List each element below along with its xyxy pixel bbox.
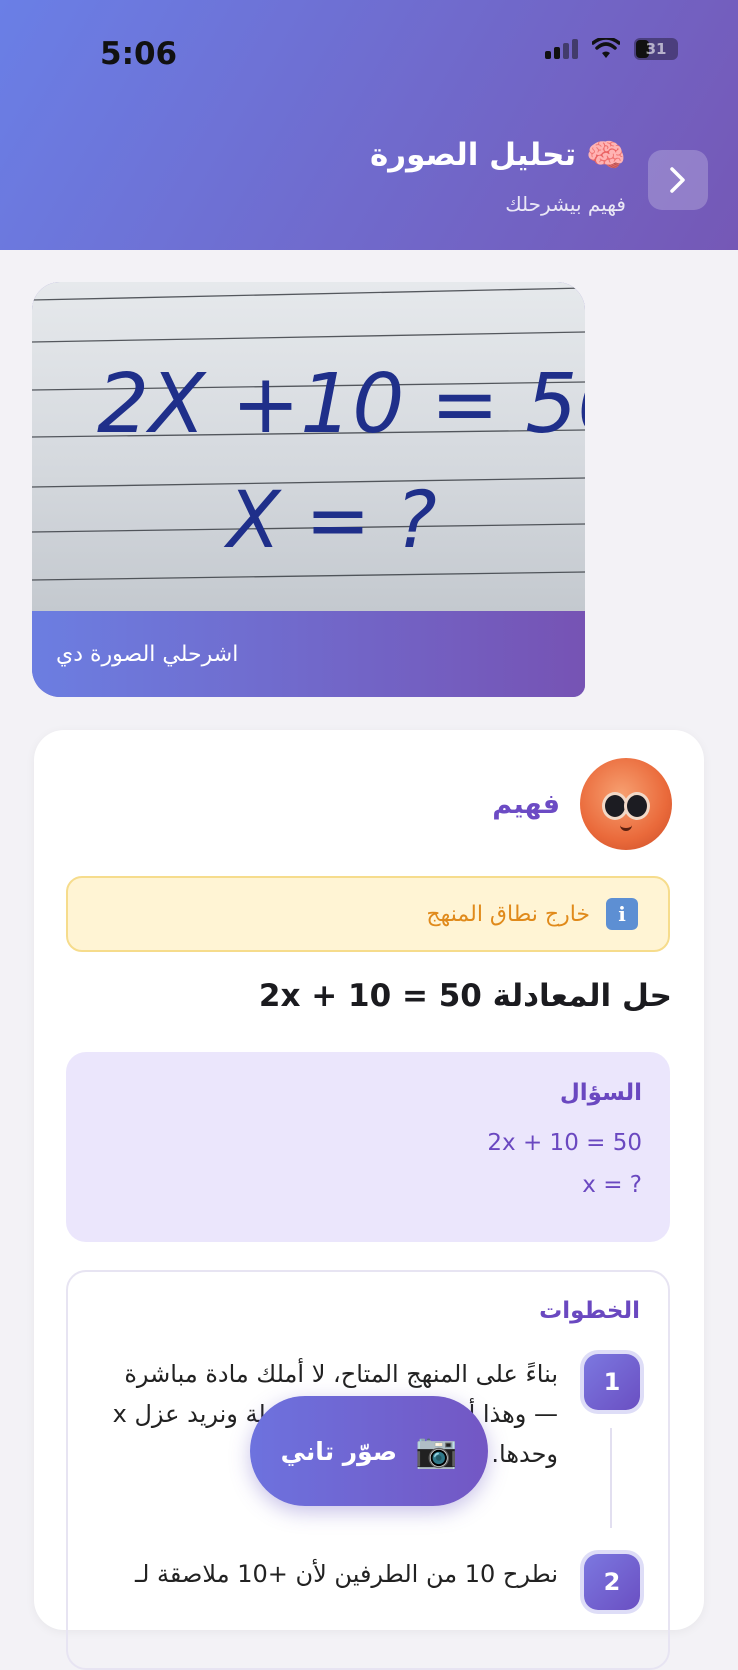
brain-icon: 🧠 [586,136,626,174]
user-photo-message[interactable]: 2X +10 = 50 X = ? اشرحلي الصورة دي [32,282,585,697]
avatar-mouth [620,822,632,831]
question-box: السؤال 2x + 10 = 50 x = ? [66,1052,670,1242]
photo-caption: اشرحلي الصورة دي [32,611,585,697]
status-time: 5:06 [100,36,178,72]
step-number: 2 [584,1554,640,1610]
battery-icon: 31 [634,38,678,60]
battery-level: 31 [645,40,667,58]
notebook-photo[interactable]: 2X +10 = 50 X = ? [32,282,585,611]
wifi-icon [592,38,620,58]
cellular-signal-icon [545,39,578,59]
handwritten-equation-image: 2X +10 = 50 X = ? [32,287,585,581]
app-header: 5:06 31 تحليل الصورة 🧠 فهيم بيشرحلك [0,0,738,250]
info-icon: i [606,898,638,930]
out-of-curriculum-notice: خارج نطاق المنهج i [66,876,670,952]
header-title-row: تحليل الصورة 🧠 [370,136,626,174]
question-line: x = ? [582,1172,642,1198]
status-icons: 31 [545,38,678,60]
page-title: تحليل الصورة [370,137,577,173]
question-line: 2x + 10 = 50 [487,1130,642,1156]
retake-photo-button[interactable]: صوّر تاني 📷 [250,1396,488,1506]
bot-header: فهيم [492,758,672,850]
answer-heading: حل المعادلة 2x + 10 = 50 [258,978,672,1014]
bot-name: فهيم [492,788,560,820]
equation-line-2: X = ? [223,476,437,566]
avatar-eye-right [624,792,650,820]
camera-icon: 📷 [415,1431,458,1471]
notice-text: خارج نطاق المنهج [426,901,590,927]
fab-label: صوّر تاني [280,1436,398,1466]
step-number: 1 [584,1354,640,1410]
steps-label: الخطوات [539,1298,640,1324]
bot-avatar [580,758,672,850]
step-item: 2 نطرح 10 من الطرفين لأن +10 ملاصقة لـ [108,1554,640,1610]
step-connector [610,1428,612,1528]
page-subtitle: فهيم بيشرحلك [505,192,626,216]
equation-line-1: 2X +10 = 50 [97,357,585,452]
back-button[interactable] [648,150,708,210]
step-text: نطرح 10 من الطرفين لأن +10 ملاصقة لـ [135,1560,558,1588]
question-label: السؤال [559,1080,642,1106]
chevron-right-icon [670,167,685,193]
